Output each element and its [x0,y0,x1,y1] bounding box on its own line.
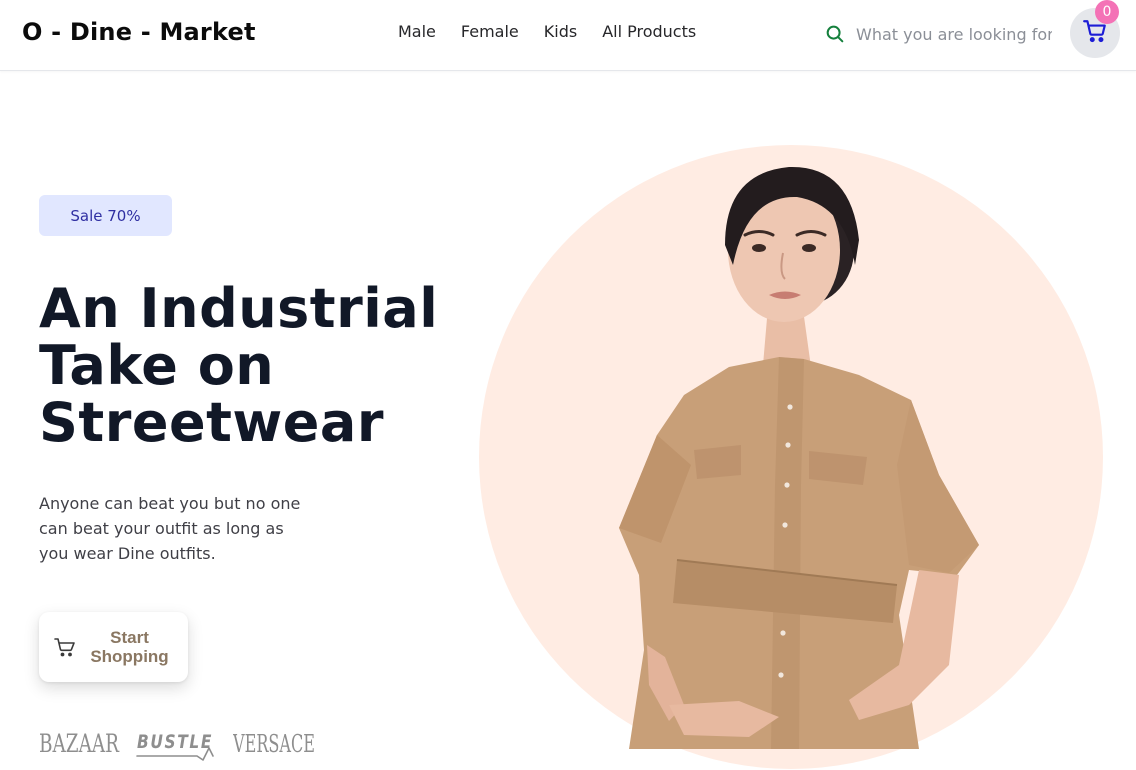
brand-logo-versace: VERSACE [233,730,315,758]
site-logo[interactable]: O - Dine - Market [22,18,256,46]
brand-logo-bustle: BUSTLE [136,731,214,761]
search-icon[interactable] [824,23,846,45]
hero-title-line: Streetwear [39,391,384,454]
brand-name: BUSTLE [137,731,213,753]
brand-name: VERSACE [233,730,315,758]
nav-link-female[interactable]: Female [461,22,519,41]
cart-count-badge: 0 [1095,0,1119,24]
brand-name: BAZAAR [39,729,120,758]
start-shopping-label: Start Shopping [90,628,169,666]
nav-link-male[interactable]: Male [398,22,436,41]
start-shopping-button[interactable]: Start Shopping [39,612,188,682]
search-input[interactable] [856,24,1052,44]
nav-link-all-products[interactable]: All Products [602,22,696,41]
brand-logo-bazaar: BAZAAR [39,729,120,758]
sale-badge: Sale 70% [39,195,172,236]
cart-icon [53,635,77,659]
navbar: O - Dine - Market Male Female Kids All P… [0,0,1136,71]
nav-link-kids[interactable]: Kids [544,22,577,41]
hero-title-line: An Industrial [39,277,439,340]
search-bar [824,18,1054,50]
hero-title: An Industrial Take on Streetwear [39,280,459,451]
hero-description: Anyone can beat you but no one can beat … [39,494,301,563]
hero-model-image [619,166,979,749]
hero-title-line: Take on [39,334,275,397]
main-nav: Male Female Kids All Products [398,22,696,41]
